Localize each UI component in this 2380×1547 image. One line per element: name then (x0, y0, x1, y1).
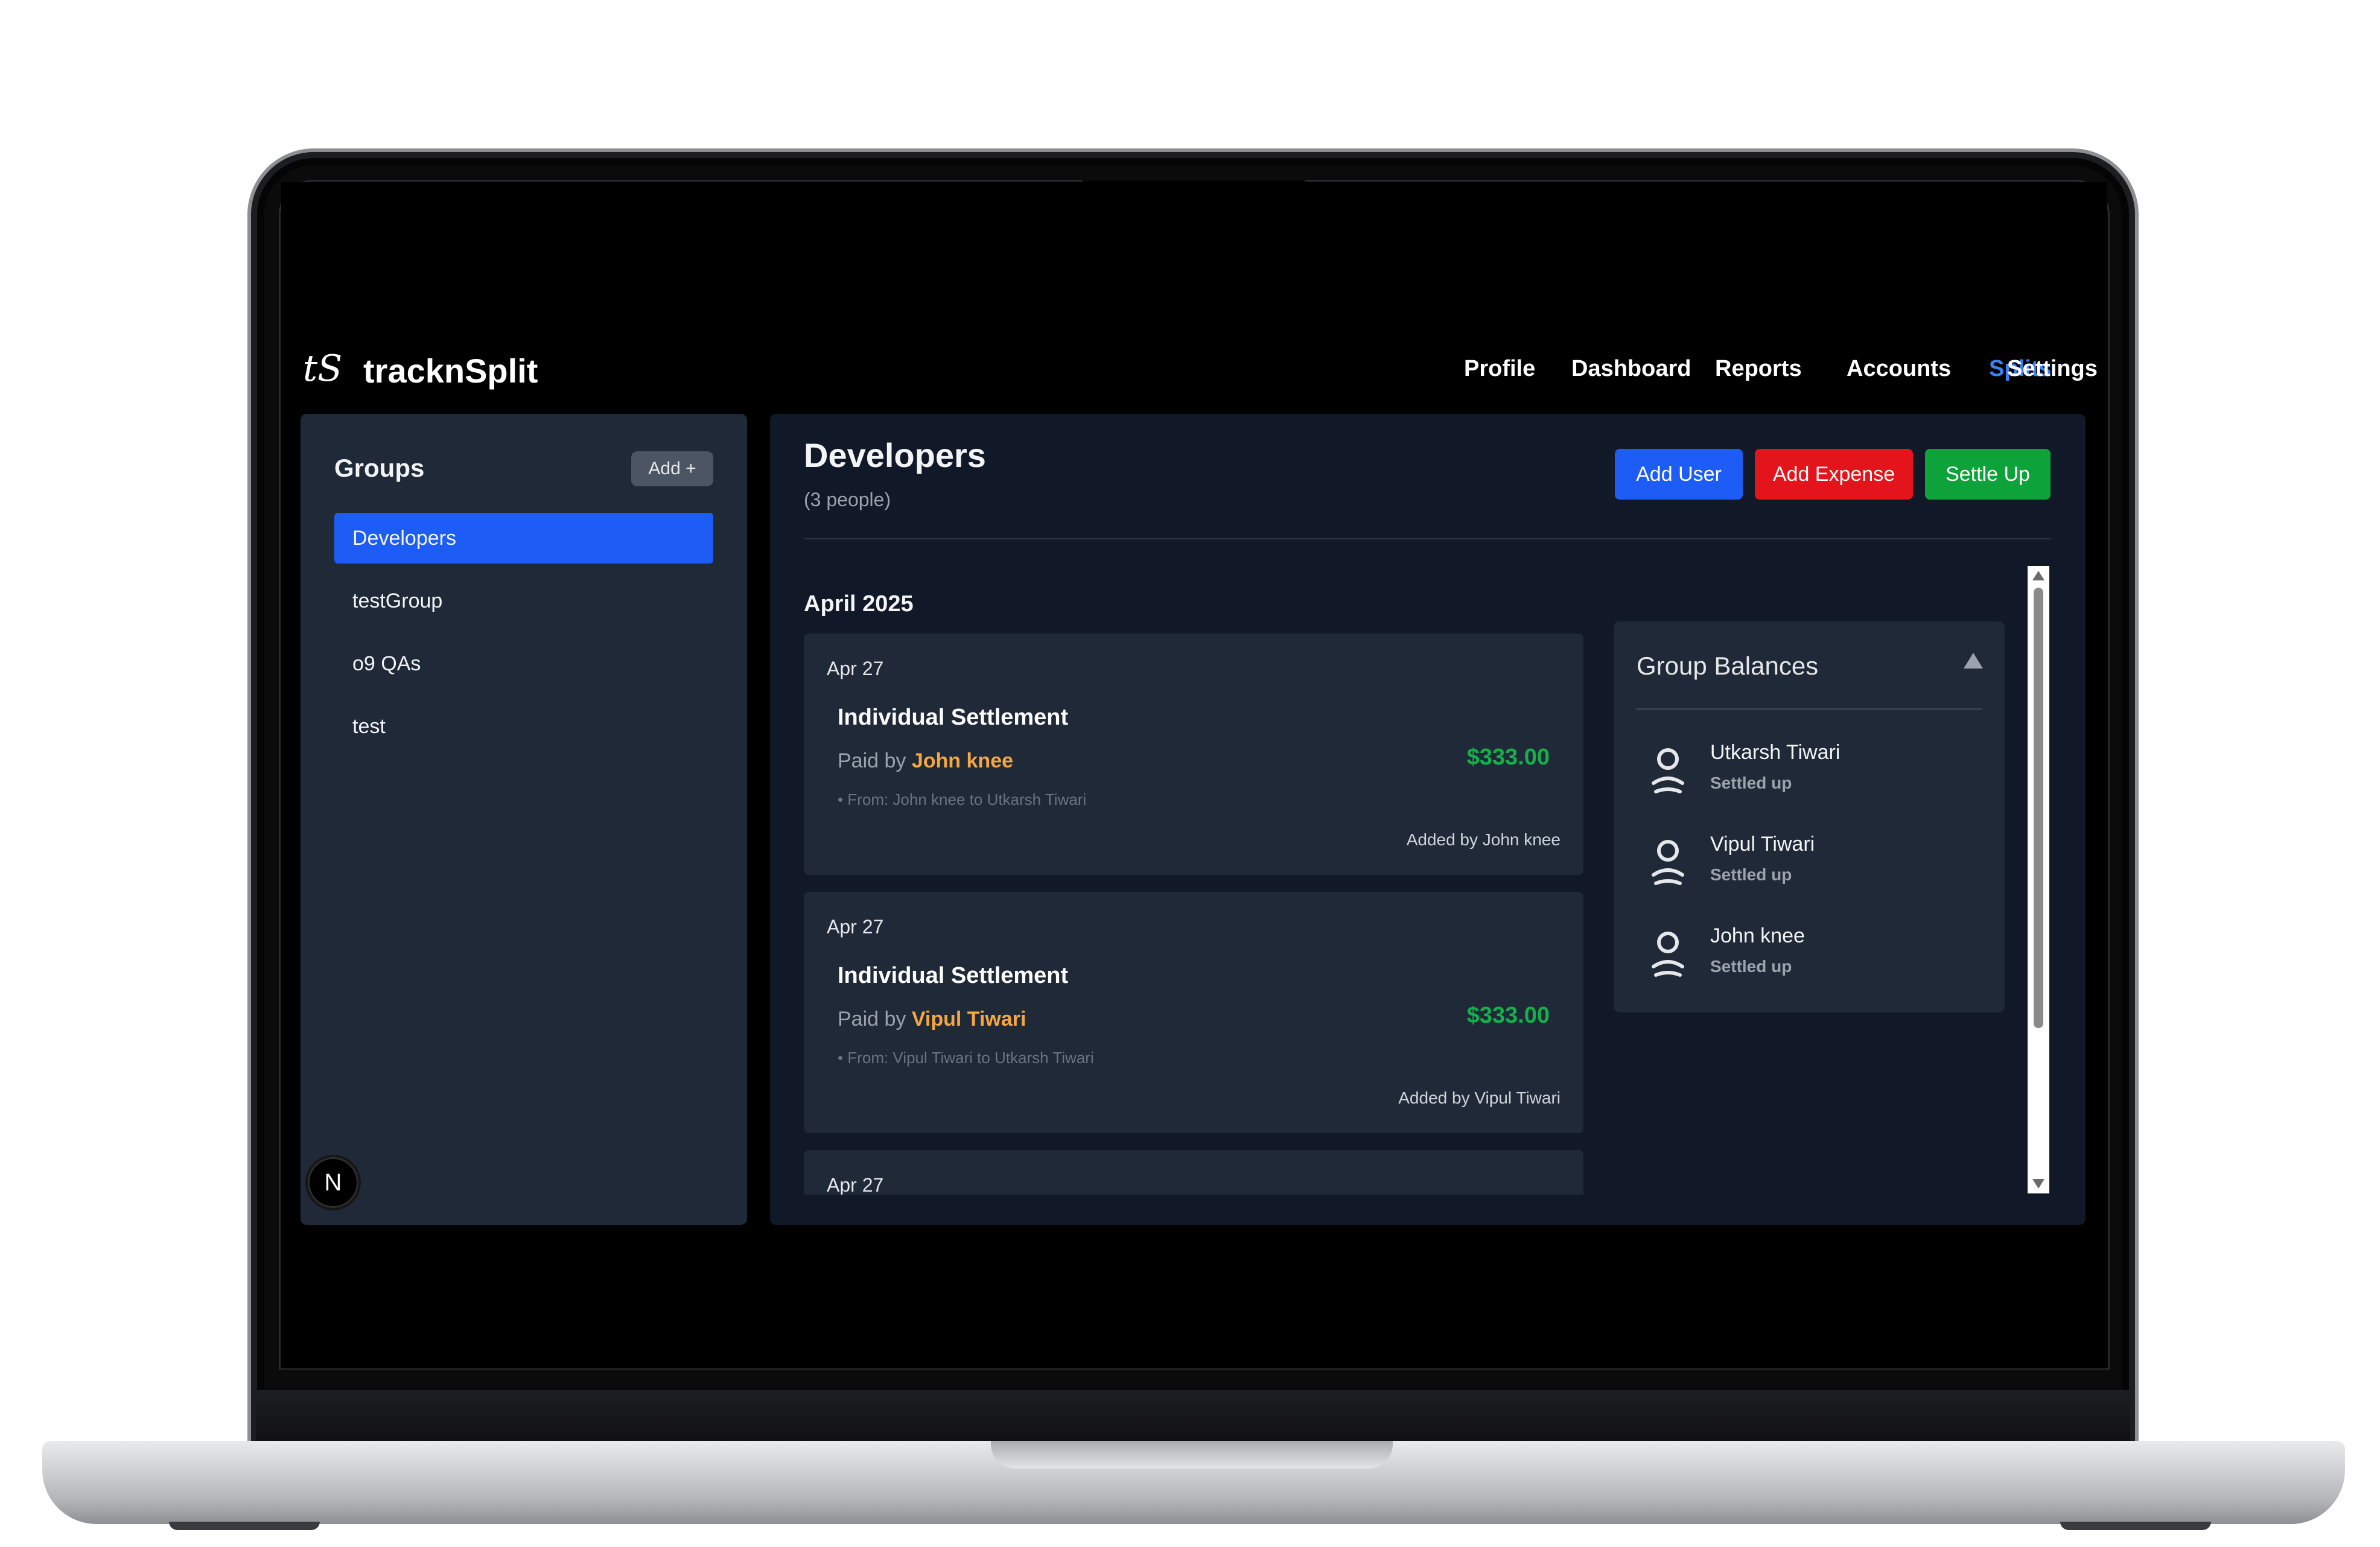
group-balances-title: Group Balances (1637, 652, 1819, 680)
user-icon (1652, 748, 1684, 793)
add-group-button[interactable]: Add + (631, 451, 713, 486)
payer-name: John knee (911, 749, 1014, 772)
laptop-thumb-cutout (991, 1441, 1393, 1469)
group-item-testgroup[interactable]: testGroup (334, 576, 713, 626)
app-screen: tS tracknSplit Profile Dashboard Reports… (281, 182, 2107, 1368)
n-badge[interactable]: N (308, 1157, 358, 1208)
month-heading: April 2025 (804, 591, 914, 617)
member-name: Vipul Tiwari (1710, 833, 1815, 856)
header-divider (804, 538, 2051, 539)
card-date: Apr 27 (827, 658, 884, 679)
paid-prefix: Paid by (838, 1008, 912, 1031)
expense-card[interactable]: Apr 27 Individual Settlement Paid by Joh… (804, 634, 1583, 875)
paid-prefix: Paid by (838, 749, 912, 772)
nav-accounts[interactable]: Accounts (1847, 356, 1951, 382)
nav-profile[interactable]: Profile (1464, 356, 1535, 382)
group-member-count: (3 people) (804, 489, 891, 510)
group-title: Developers (804, 436, 986, 474)
card-title: Individual Settlement (838, 963, 1069, 988)
card-from-text: • From: John knee to Utkarsh Tiwari (838, 790, 1087, 808)
card-added-by: Added by Vipul Tiwari (1398, 1088, 1561, 1107)
payer-name: Vipul Tiwari (911, 1008, 1026, 1031)
member-status: Settled up (1710, 957, 1792, 976)
groups-title: Groups (334, 454, 425, 482)
card-added-by: Added by John knee (1406, 830, 1561, 849)
member-status: Settled up (1710, 774, 1792, 792)
member-balance-row: John knee Settled up (1650, 918, 1988, 991)
card-title: Individual Settlement (838, 705, 1069, 730)
card-amount: $333.00 (1466, 1003, 1550, 1028)
scroll-down-icon[interactable] (2032, 1179, 2044, 1189)
member-balance-row: Vipul Tiwari Settled up (1650, 827, 1988, 899)
member-name: Utkarsh Tiwari (1710, 741, 1841, 764)
card-paid-by: Paid by Vipul Tiwari (838, 1008, 1026, 1031)
card-paid-by: Paid by John knee (838, 749, 1013, 773)
nav-dashboard[interactable]: Dashboard (1571, 356, 1691, 382)
balances-divider (1637, 708, 1982, 710)
top-navigation: tS tracknSplit Profile Dashboard Reports… (281, 339, 2107, 405)
app-name: tracknSplit (363, 352, 538, 390)
member-status: Settled up (1710, 865, 1792, 884)
expense-card[interactable]: Apr 27 (804, 1150, 1583, 1195)
laptop-foot-right (2060, 1522, 2211, 1530)
logo-mark: tS (303, 348, 343, 390)
user-icon (1652, 840, 1684, 885)
settle-up-button[interactable]: Settle Up (1925, 449, 2051, 500)
expense-card[interactable]: Apr 27 Individual Settlement Paid by Vip… (804, 892, 1583, 1133)
group-detail-panel: Developers (3 people) Add User Add Expen… (770, 414, 2086, 1225)
laptop-hinge (256, 1390, 2130, 1441)
add-user-button[interactable]: Add User (1615, 449, 1743, 500)
group-item-test[interactable]: test (334, 701, 713, 752)
member-name: John knee (1710, 924, 1805, 947)
groups-sidebar: Groups Add + Developers testGroup o9 QAs… (301, 414, 747, 1225)
scrollbar-thumb[interactable] (2034, 588, 2043, 1028)
add-expense-button[interactable]: Add Expense (1755, 449, 1913, 500)
triangle-up-icon[interactable] (1964, 653, 1983, 669)
group-item-developers[interactable]: Developers (334, 513, 713, 564)
nav-reports[interactable]: Reports (1715, 356, 1802, 382)
card-date: Apr 27 (827, 916, 884, 938)
card-from-text: • From: Vipul Tiwari to Utkarsh Tiwari (838, 1049, 1094, 1067)
member-balance-row: Utkarsh Tiwari Settled up (1650, 735, 1988, 807)
expense-feed: Apr 27 Individual Settlement Paid by Joh… (804, 634, 1583, 1195)
user-icon (1652, 932, 1684, 977)
laptop-foot-left (169, 1522, 320, 1530)
group-balances-panel: Group Balances Utkarsh Tiwari Settled up (1614, 621, 2005, 1012)
scroll-up-icon[interactable] (2032, 571, 2044, 580)
group-item-o9-qas[interactable]: o9 QAs (334, 638, 713, 689)
card-amount: $333.00 (1466, 745, 1550, 770)
nav-settings[interactable]: Settings (2007, 356, 2098, 382)
feed-scrollbar[interactable] (2028, 566, 2049, 1193)
card-date: Apr 27 (827, 1174, 884, 1195)
